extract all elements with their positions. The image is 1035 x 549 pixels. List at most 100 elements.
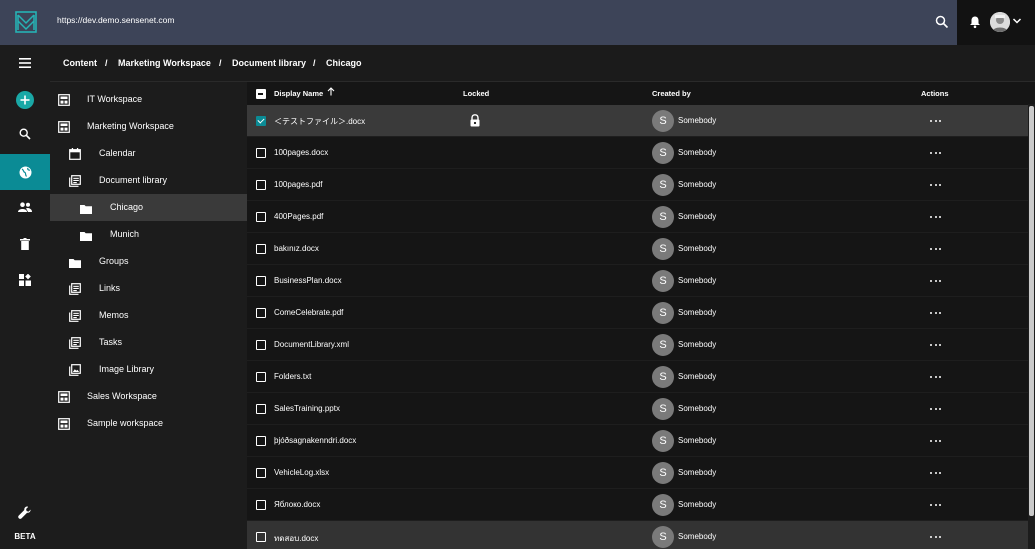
- user-avatar[interactable]: [990, 12, 1010, 32]
- notifications-bell-icon[interactable]: [968, 15, 982, 29]
- row-checkbox[interactable]: [256, 372, 266, 382]
- more-actions-icon[interactable]: [930, 244, 942, 254]
- arrow-up-icon[interactable]: [327, 87, 335, 96]
- row-checkbox[interactable]: [256, 500, 266, 510]
- add-button[interactable]: [0, 83, 50, 117]
- more-actions-icon[interactable]: [930, 436, 942, 446]
- tree-item-sample-workspace[interactable]: Sample workspace: [50, 410, 247, 437]
- table-row[interactable]: ComeCelebrate.pdf S Somebody: [247, 297, 1028, 329]
- file-name[interactable]: 100pages.pdf: [274, 180, 323, 189]
- sensenet-logo-icon[interactable]: [15, 11, 37, 33]
- row-checkbox[interactable]: [256, 116, 266, 126]
- tree-item-links[interactable]: Links: [50, 275, 247, 302]
- more-actions-icon[interactable]: [930, 308, 942, 318]
- breadcrumb-item-content[interactable]: Content: [63, 58, 97, 68]
- more-actions-icon[interactable]: [930, 276, 942, 286]
- creator-name: Somebody: [678, 340, 717, 349]
- creator-name: Somebody: [678, 372, 717, 381]
- breadcrumb-item-marketing-workspace[interactable]: Marketing Workspace: [118, 58, 211, 68]
- tree-item-document-library[interactable]: Document library: [50, 167, 247, 194]
- rail-search-button[interactable]: [0, 117, 50, 151]
- file-name[interactable]: DocumentLibrary.xml: [274, 340, 349, 349]
- row-checkbox[interactable]: [256, 468, 266, 478]
- file-name[interactable]: SalesTraining.pptx: [274, 404, 340, 413]
- more-actions-icon[interactable]: [930, 180, 942, 190]
- file-name[interactable]: Яблоко.docx: [274, 500, 320, 509]
- more-actions-icon[interactable]: [930, 532, 942, 542]
- table-row[interactable]: 100pages.docx S Somebody: [247, 137, 1028, 169]
- breadcrumb-separator: /: [219, 58, 222, 68]
- tree-item-calendar[interactable]: Calendar: [50, 140, 247, 167]
- row-checkbox[interactable]: [256, 244, 266, 254]
- wrench-icon: [18, 506, 31, 519]
- row-checkbox[interactable]: [256, 148, 266, 158]
- rail-apps-button[interactable]: [0, 263, 50, 297]
- row-checkbox[interactable]: [256, 340, 266, 350]
- row-checkbox[interactable]: [256, 436, 266, 446]
- menu-button[interactable]: [0, 46, 50, 80]
- row-checkbox[interactable]: [256, 212, 266, 222]
- file-name[interactable]: þjóðsagnakenndri.docx: [274, 436, 356, 445]
- file-name[interactable]: ＜テストファイル＞.docx: [274, 116, 365, 127]
- row-checkbox[interactable]: [256, 180, 266, 190]
- table-row[interactable]: BusinessPlan.docx S Somebody: [247, 265, 1028, 297]
- tree-item-label: IT Workspace: [87, 94, 143, 104]
- tree-item-image-library[interactable]: Image Library: [50, 356, 247, 383]
- scrollbar-thumb[interactable]: [1029, 106, 1034, 516]
- more-actions-icon[interactable]: [930, 116, 942, 126]
- table-row[interactable]: þjóðsagnakenndri.docx S Somebody: [247, 425, 1028, 457]
- file-name[interactable]: Folders.txt: [274, 372, 311, 381]
- more-actions-icon[interactable]: [930, 468, 942, 478]
- rail-trash-button[interactable]: [0, 227, 50, 261]
- more-actions-icon[interactable]: [930, 340, 942, 350]
- file-name[interactable]: VehicleLog.xlsx: [274, 468, 329, 477]
- table-row[interactable]: 400Pages.pdf S Somebody: [247, 201, 1028, 233]
- table-row[interactable]: Folders.txt S Somebody: [247, 361, 1028, 393]
- file-name[interactable]: ComeCelebrate.pdf: [274, 308, 343, 317]
- select-all-checkbox[interactable]: [256, 89, 266, 99]
- rail-users-button[interactable]: [0, 190, 50, 224]
- table-row[interactable]: ทดสอบ.docx S Somebody: [247, 521, 1028, 549]
- table-row[interactable]: 100pages.pdf S Somebody: [247, 169, 1028, 201]
- tree-item-it-workspace[interactable]: IT Workspace: [50, 86, 247, 113]
- tree-item-groups[interactable]: Groups: [50, 248, 247, 275]
- column-header-locked[interactable]: Locked: [463, 89, 489, 98]
- breadcrumb-item-chicago[interactable]: Chicago: [326, 58, 362, 68]
- tree-item-sales-workspace[interactable]: Sales Workspace: [50, 383, 247, 410]
- table-scrollbar[interactable]: [1028, 104, 1035, 549]
- more-actions-icon[interactable]: [930, 372, 942, 382]
- row-checkbox[interactable]: [256, 532, 266, 542]
- table-row[interactable]: SalesTraining.pptx S Somebody: [247, 393, 1028, 425]
- table-row[interactable]: Яблоко.docx S Somebody: [247, 489, 1028, 521]
- more-actions-icon[interactable]: [930, 404, 942, 414]
- file-name[interactable]: 100pages.docx: [274, 148, 328, 157]
- file-name[interactable]: 400Pages.pdf: [274, 212, 323, 221]
- table-row[interactable]: DocumentLibrary.xml S Somebody: [247, 329, 1028, 361]
- breadcrumb-item-document-library[interactable]: Document library: [232, 58, 306, 68]
- rail-settings-button[interactable]: [0, 496, 50, 530]
- creator-name: Somebody: [678, 436, 717, 445]
- tree-item-chicago[interactable]: Chicago: [50, 194, 247, 221]
- row-checkbox[interactable]: [256, 404, 266, 414]
- rail-content-button[interactable]: [0, 154, 50, 190]
- chevron-down-icon[interactable]: [1012, 17, 1022, 25]
- tree-item-munich[interactable]: Munich: [50, 221, 247, 248]
- file-name[interactable]: bakınız.docx: [274, 244, 319, 253]
- tree-item-marketing-workspace[interactable]: Marketing Workspace: [50, 113, 247, 140]
- tree-item-memos[interactable]: Memos: [50, 302, 247, 329]
- tree-item-tasks[interactable]: Tasks: [50, 329, 247, 356]
- tree-item-label: Marketing Workspace: [87, 121, 174, 131]
- search-icon[interactable]: [935, 15, 949, 29]
- more-actions-icon[interactable]: [930, 212, 942, 222]
- column-header-created-by[interactable]: Created by: [652, 89, 691, 98]
- table-row[interactable]: VehicleLog.xlsx S Somebody: [247, 457, 1028, 489]
- table-row[interactable]: bakınız.docx S Somebody: [247, 233, 1028, 265]
- table-row[interactable]: ＜テストファイル＞.docx S Somebody: [247, 105, 1028, 137]
- column-header-display-name[interactable]: Display Name: [274, 89, 323, 98]
- more-actions-icon[interactable]: [930, 500, 942, 510]
- file-name[interactable]: ทดสอบ.docx: [274, 532, 318, 545]
- more-actions-icon[interactable]: [930, 148, 942, 158]
- row-checkbox[interactable]: [256, 308, 266, 318]
- row-checkbox[interactable]: [256, 276, 266, 286]
- file-name[interactable]: BusinessPlan.docx: [274, 276, 342, 285]
